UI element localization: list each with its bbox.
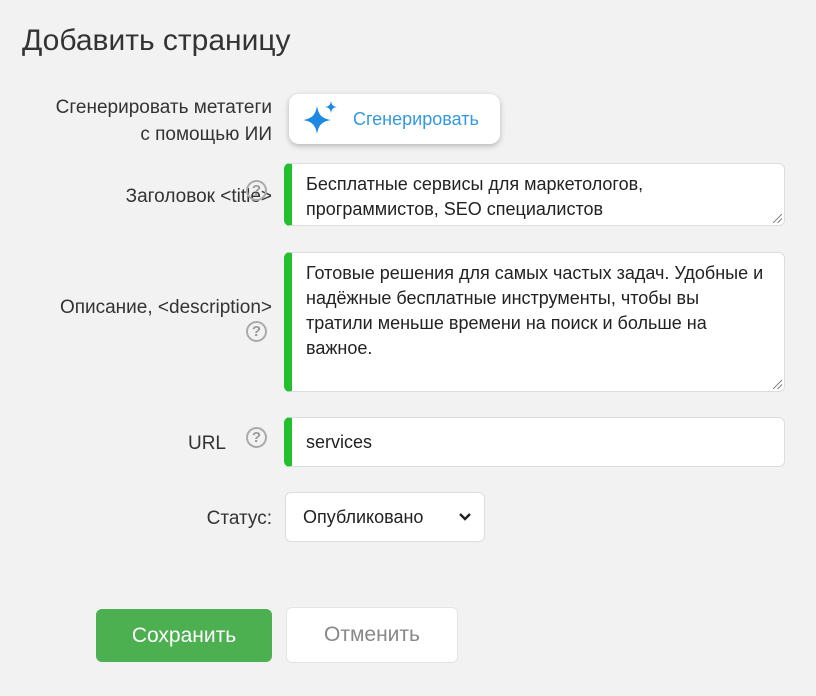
resize-handle[interactable] [773,214,782,223]
description-value-line1: Готовые решения для самых частых задач. … [306,263,764,283]
page-title: Добавить страницу [22,24,291,57]
title-help-icon[interactable]: ? [246,180,267,201]
url-value: services [306,432,373,452]
url-input[interactable]: services [284,417,785,467]
ai-meta-label: Сгенерировать метатеги с помощью ИИ [56,94,272,148]
generate-button-label: Сгенерировать [353,108,479,129]
description-value-line4: важное. [306,338,373,358]
description-textarea[interactable]: Готовые решения для самых частых задач. … [284,252,785,392]
description-value-line3: тратили меньше времени на поиск и больше… [306,313,707,333]
status-label: Статус: [206,508,272,529]
description-label: Описание, <description> [59,297,272,318]
description-help-icon[interactable]: ? [246,321,267,342]
resize-handle[interactable] [773,380,782,389]
status-selected-value: Опубликовано [303,506,424,527]
url-help-icon[interactable]: ? [246,427,267,448]
ai-meta-label-line1: Сгенерировать метатеги [55,97,272,118]
generate-button[interactable]: Сгенерировать [289,94,500,144]
save-button[interactable]: Сохранить [96,609,272,662]
status-select[interactable]: Опубликовано [285,492,485,542]
title-value-line2: программистов, SEO специалистов [306,199,604,219]
title-textarea[interactable]: Бесплатные сервисы для маркетологов, про… [284,163,785,226]
description-value-line2: надёжные бесплатные инструменты, чтобы в… [306,288,700,308]
cancel-button[interactable]: Отменить [286,607,458,663]
ai-meta-label-line2: с помощью ИИ [140,124,272,145]
url-label: URL [187,433,226,454]
title-value-line1: Бесплатные сервисы для маркетологов, [306,174,644,194]
chevron-down-icon [459,513,471,521]
sparkle-icon [303,101,337,134]
